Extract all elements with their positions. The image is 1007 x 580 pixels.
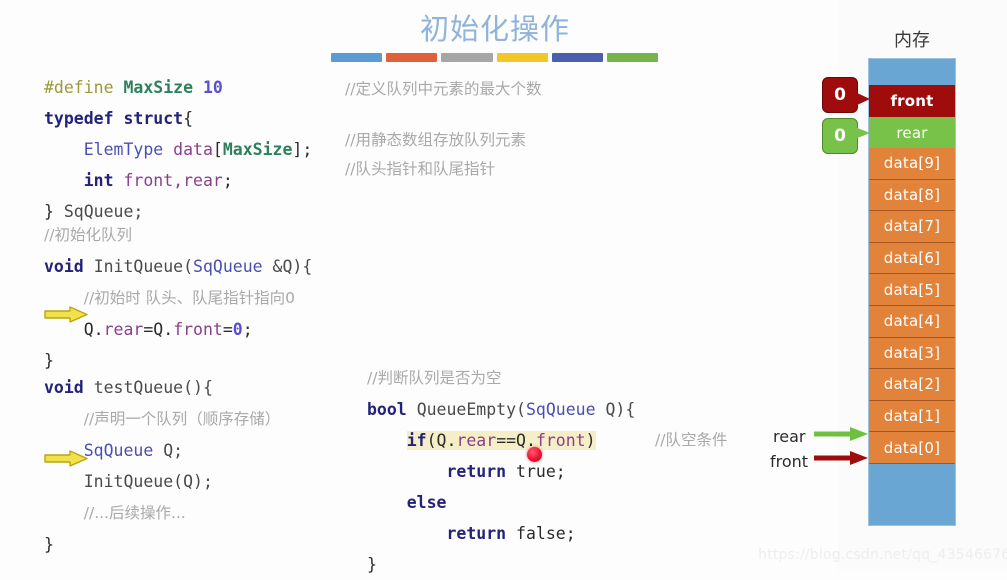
callout-front-value: 0 [822, 77, 858, 113]
memory-cell-data: data[5] [869, 274, 955, 306]
mouse-cursor-dot [527, 447, 542, 462]
memory-cell-front: front [869, 85, 955, 117]
memory-cell-padding-bottom [869, 463, 955, 525]
memory-cell-padding-top [869, 59, 955, 85]
watermark: https://blog.csdn.net/qq_43546676 [758, 547, 1007, 563]
accent-color-bar [331, 53, 659, 62]
accent-seg-1 [331, 53, 383, 62]
callout-rear-value: 0 [822, 118, 858, 154]
accent-seg-2 [386, 53, 438, 62]
comment-pointers: //队头指针和队尾指针 [345, 160, 495, 178]
accent-seg-5 [551, 53, 603, 62]
memory-cell-data: data[6] [869, 242, 955, 275]
pointer-label-front: front [770, 452, 809, 471]
comment-maxsize: //定义队列中元素的最大个数 [345, 80, 542, 98]
highlight-arrow-init-assignment [44, 306, 88, 323]
accent-seg-3 [441, 53, 493, 62]
comment-empty-condition: //队空条件 [655, 431, 728, 449]
memory-cell-data: data[7] [869, 211, 955, 243]
memory-cell-data: data[1] [869, 400, 955, 433]
highlight-arrow-initqueue-call [44, 450, 88, 467]
pointer-arrow-rear [812, 424, 870, 444]
memory-cell-data: data[9] [869, 148, 955, 180]
accent-seg-4 [496, 53, 548, 62]
memory-cell-data: data[8] [869, 179, 955, 212]
memory-panel-title: 内存 [894, 30, 930, 51]
page-title: 初始化操作 [419, 12, 570, 46]
memory-cell-data: data[2] [869, 369, 955, 401]
slide-canvas: 初始化操作 #define MaxSize 10 typedef struct{… [0, 0, 1007, 574]
memory-cell-data: data[4] [869, 305, 955, 338]
memory-column: front rear data[9] data[8] data[7] data[… [868, 58, 956, 526]
callout-front-tail [855, 92, 870, 106]
pointer-label-rear: rear [773, 427, 806, 446]
accent-seg-6 [606, 53, 659, 62]
code-block-struct-definition: #define MaxSize 10 typedef struct{ ElemT… [44, 78, 313, 221]
memory-cell-rear: rear [869, 117, 955, 148]
memory-cell-data: data[0] [869, 432, 955, 464]
code-block-queue-empty: //判断队列是否为空 bool QueueEmpty(SqQueue Q){ i… [367, 369, 636, 574]
pointer-arrow-front [812, 448, 870, 468]
comment-array-storage: //用静态数组存放队列元素 [345, 131, 526, 149]
code-block-init-queue: //初始化队列 void InitQueue(SqQueue &Q){ //初始… [44, 226, 313, 370]
callout-rear-tail [855, 127, 870, 139]
memory-cell-data: data[3] [869, 337, 955, 370]
